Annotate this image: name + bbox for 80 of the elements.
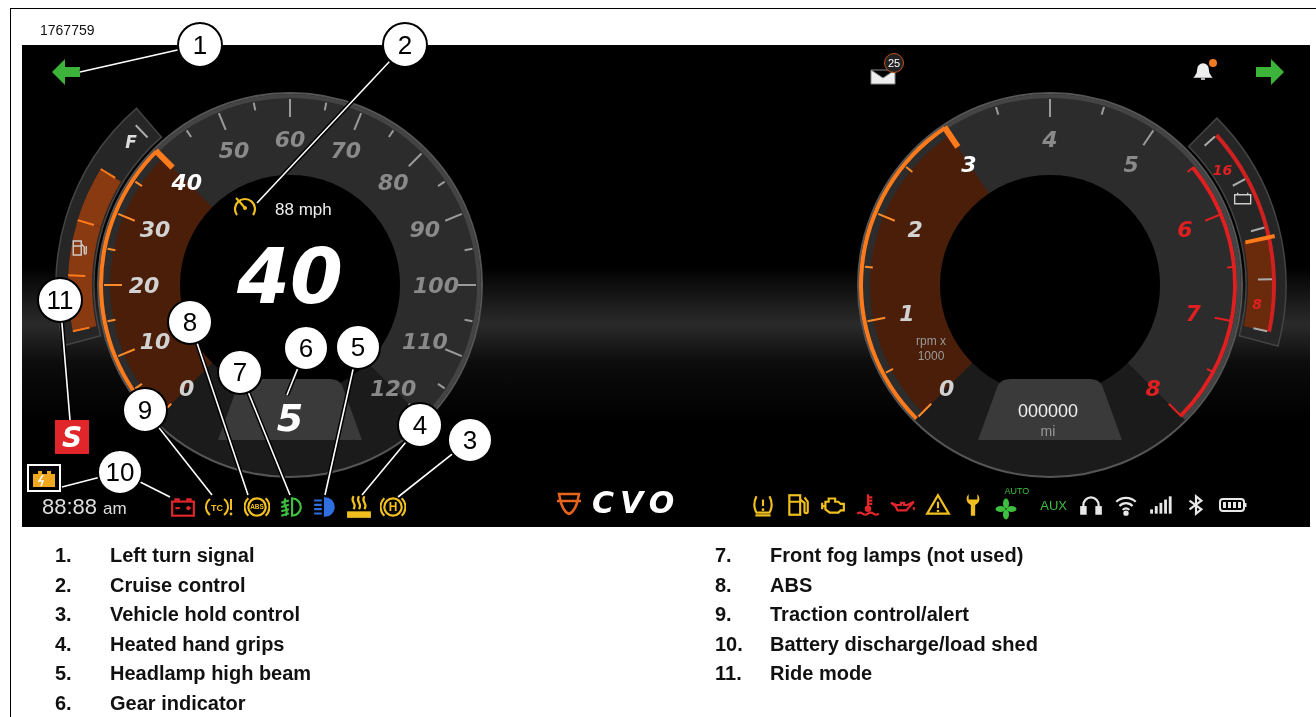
rpm-scale-label: 7 xyxy=(1185,301,1201,327)
rpm-scale-label: 2 xyxy=(907,217,923,243)
message-count-badge: 25 xyxy=(884,53,904,73)
speed-scale-label: 120 xyxy=(370,376,417,402)
speed-scale-label: 40 xyxy=(171,169,203,195)
leader-line xyxy=(360,440,408,497)
clock-time: 88:88 xyxy=(42,494,98,520)
rpm-unit-label: rpm x xyxy=(916,334,946,348)
legend-text: Cruise control xyxy=(110,573,246,597)
callout-marker: 5 xyxy=(335,324,381,370)
legend-text: ABS xyxy=(770,573,813,597)
legend-text: Battery discharge/load shed xyxy=(770,632,1038,656)
speed-scale-label: 70 xyxy=(330,138,362,164)
callout-marker: 7 xyxy=(217,349,263,395)
legend-number: 3. xyxy=(55,603,73,627)
legend-number: 8. xyxy=(715,573,733,597)
fuel-full-label: F xyxy=(125,131,137,152)
legend-number: 4. xyxy=(55,632,73,656)
rpm-unit-label: 1000 xyxy=(917,349,945,363)
legend-number: 5. xyxy=(55,662,73,686)
rpm-scale-label: 1 xyxy=(899,301,915,327)
callout-marker: 2 xyxy=(382,22,428,68)
load-shed-icon xyxy=(27,464,61,492)
rpm-scale-label: 0 xyxy=(939,376,955,402)
callout-marker: 6 xyxy=(283,325,329,371)
legend-number: 2. xyxy=(55,573,73,597)
speed-scale-label: 90 xyxy=(409,217,441,243)
rpm-scale-label: 4 xyxy=(1042,127,1058,152)
leader-line xyxy=(396,451,455,499)
callout-marker: 10 xyxy=(97,449,143,495)
shield-logo-icon xyxy=(556,490,582,515)
ride-mode-badge: S xyxy=(55,420,89,454)
odometer-unit: mi xyxy=(1040,423,1056,439)
legend-number: 10. xyxy=(715,632,744,656)
fan-auto-label: AUTO xyxy=(1004,486,1030,496)
callout-marker: 11 xyxy=(37,277,83,323)
speed-scale-label: 60 xyxy=(274,127,306,152)
aux-label: AUX xyxy=(1039,497,1068,513)
legend-text: Vehicle hold control xyxy=(110,603,301,627)
callout-marker: 9 xyxy=(122,387,168,433)
speed-scale-label: 100 xyxy=(413,273,459,298)
legend-number: 9. xyxy=(715,603,733,627)
legend-text: Front fog lamps (not used) xyxy=(770,544,1024,568)
voltage-scale-label: 8 xyxy=(1252,296,1263,313)
speed-scale-label: 30 xyxy=(139,217,171,243)
callout-marker: 1 xyxy=(177,22,223,68)
speed-readout: 40 xyxy=(237,232,343,321)
legend-text: Left turn signal xyxy=(110,544,255,568)
rpm-scale-label: 3 xyxy=(961,151,977,177)
speed-scale-label: 50 xyxy=(218,138,250,164)
speed-needle xyxy=(153,148,175,170)
legend-number: 11. xyxy=(715,662,743,686)
clock-period: am xyxy=(103,499,127,519)
legend-text: Gear indicator xyxy=(110,691,246,715)
voltage-scale-label: 16 xyxy=(1212,161,1233,178)
fuel-pump-icon xyxy=(72,240,87,256)
leader-line xyxy=(61,475,100,490)
rpm-scale-label: 5 xyxy=(1123,151,1139,177)
rpm-needle xyxy=(941,125,961,149)
rpm-scale-label: 6 xyxy=(1177,217,1193,243)
legend-number: 1. xyxy=(55,544,73,568)
legend-text: Headlamp high beam xyxy=(110,662,312,686)
speed-scale-label: 110 xyxy=(401,328,448,354)
legend-text: Traction control/alert xyxy=(770,603,969,627)
callout-marker: 3 xyxy=(447,417,493,463)
brand-logo-text: CVO xyxy=(592,485,681,520)
speed-scale-label: 20 xyxy=(128,273,160,298)
legend-number: 6. xyxy=(55,691,73,715)
speed-scale-label: 0 xyxy=(179,376,195,402)
legend-text: Ride mode xyxy=(770,662,873,686)
gear-indicator: 5 xyxy=(276,396,304,440)
legend-text: Heated hand grips xyxy=(110,632,285,656)
cruise-speed: 88 mph xyxy=(275,200,332,219)
odometer-reading: 000000 xyxy=(1017,401,1079,421)
battery-icon xyxy=(1233,192,1252,205)
speed-scale-label: 80 xyxy=(377,169,409,195)
legend-number: 7. xyxy=(715,544,733,568)
callout-marker: 4 xyxy=(397,402,443,448)
hold-icon: H xyxy=(380,494,406,520)
rpm-scale-label: 8 xyxy=(1145,376,1161,402)
